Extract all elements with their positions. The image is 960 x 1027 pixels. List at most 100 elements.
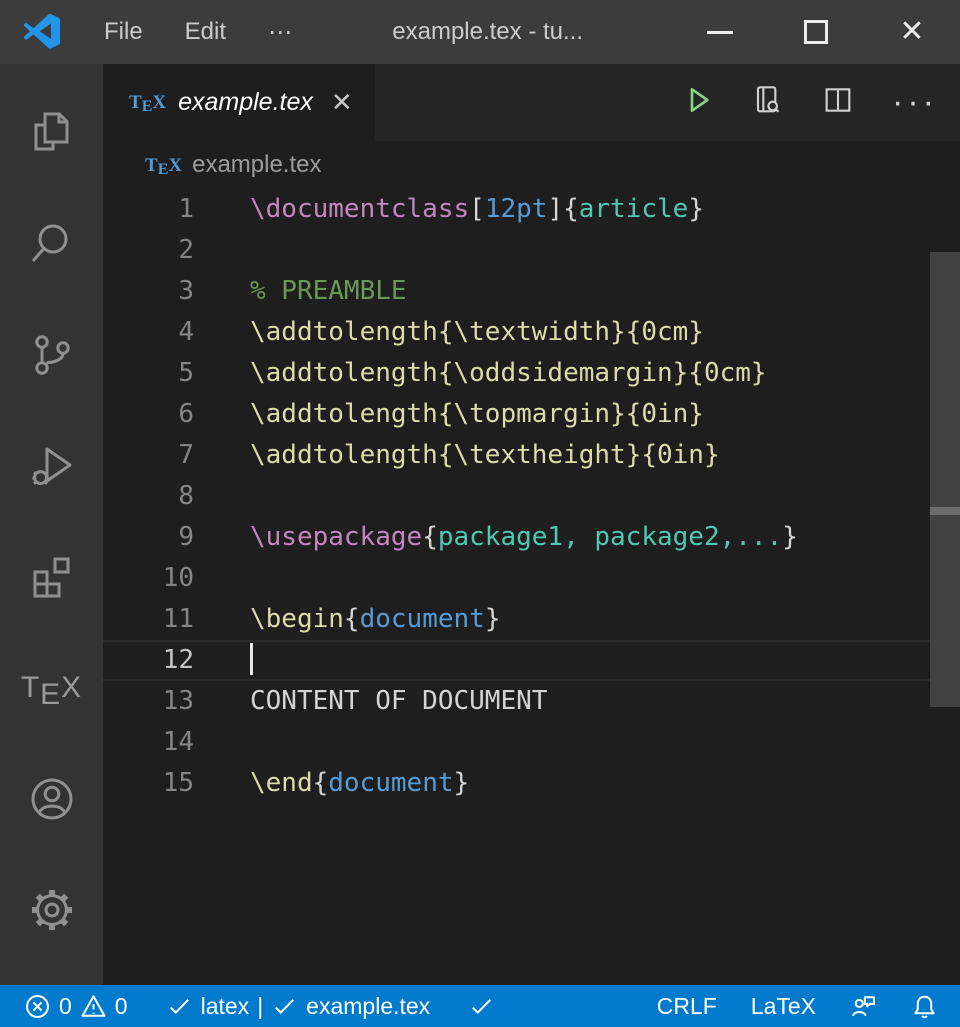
close-icon: ✕ (899, 17, 924, 47)
close-button[interactable]: ✕ (864, 0, 960, 64)
code-token: article (579, 194, 689, 224)
line-number: 1 (103, 189, 194, 230)
more-actions-button[interactable]: ··· (892, 96, 938, 110)
code-line[interactable]: 11\begin{document} (103, 599, 960, 640)
minimize-button[interactable] (672, 0, 768, 64)
line-content[interactable] (194, 722, 250, 763)
tab-bar: TEX example.tex ✕ (103, 64, 960, 141)
window-title: example.tex - tu... (392, 18, 583, 46)
files-icon (28, 109, 76, 157)
line-content[interactable] (194, 558, 250, 599)
code-line[interactable]: 4\addtolength{\textwidth}{0cm} (103, 312, 960, 353)
eol-selector[interactable]: CRLF (657, 993, 717, 1020)
menu-file[interactable]: File (90, 12, 157, 52)
warning-icon (80, 993, 107, 1020)
breadcrumb[interactable]: TEX example.tex (103, 141, 960, 189)
maximize-button[interactable] (768, 0, 864, 64)
code-line[interactable]: 3 % PREAMBLE (103, 271, 960, 312)
menu-overflow[interactable]: ⋯ (254, 12, 306, 53)
vertical-scrollbar[interactable] (930, 252, 960, 707)
vscode-logo-icon (24, 14, 60, 50)
code-line[interactable]: 13CONTENT OF DOCUMENT (103, 681, 960, 722)
sidebar-item-extensions[interactable] (0, 532, 103, 622)
line-number: 14 (103, 722, 194, 763)
scrollbar-marker (930, 507, 960, 515)
sidebar-item-explorer[interactable] (0, 88, 103, 178)
code-line[interactable]: 9\usepackage{package1, package2,...} (103, 517, 960, 558)
sidebar-item-run-debug[interactable] (0, 421, 103, 511)
code-line[interactable]: 1\documentclass[12pt]{article} (103, 189, 960, 230)
code-line[interactable]: 5\addtolength{\oddsidemargin}{0cm} (103, 353, 960, 394)
view-pdf-button[interactable] (752, 84, 784, 121)
settings-button[interactable] (0, 865, 103, 955)
code-token: ] (547, 194, 563, 224)
sidebar-item-latex-workshop[interactable]: TEX (0, 643, 103, 733)
line-content[interactable]: % PREAMBLE (194, 271, 407, 312)
window-controls: ✕ (672, 0, 960, 64)
menu-edit[interactable]: Edit (171, 12, 240, 52)
line-number: 3 (103, 271, 194, 312)
line-content[interactable]: \addtolength{\textheight}{0in} (194, 435, 720, 476)
problems-button[interactable]: 0 0 (24, 993, 128, 1020)
language-mode-selector[interactable]: LaTeX (751, 993, 816, 1020)
menu-bar: File Edit ⋯ (90, 12, 306, 53)
code-token: \addtolength{\textheight}{0in} (250, 440, 720, 470)
line-number: 8 (103, 476, 194, 517)
code-token: \addtolength{\textwidth}{0cm} (250, 317, 704, 347)
code-line[interactable]: 12 (103, 640, 960, 681)
feedback-icon (850, 993, 877, 1020)
line-content[interactable]: \addtolength{\oddsidemargin}{0cm} (194, 353, 767, 394)
code-token: } (782, 522, 798, 552)
account-icon (28, 775, 76, 823)
pdf-preview-icon (752, 84, 784, 116)
feedback-button[interactable] (850, 993, 877, 1020)
build-tool-label: latex (201, 993, 250, 1020)
split-editor-button[interactable] (822, 84, 854, 121)
tex-extension-icon: TEX (21, 671, 82, 705)
check-icon (271, 993, 298, 1020)
line-content[interactable] (194, 476, 250, 517)
code-line[interactable]: 2 (103, 230, 960, 271)
editor-actions: ··· (682, 64, 938, 141)
gear-icon (28, 886, 76, 934)
code-line[interactable]: 14 (103, 722, 960, 763)
tab-close-icon[interactable]: ✕ (331, 88, 353, 118)
code-token: CONTENT OF DOCUMENT (250, 686, 547, 716)
build-file-label: example.tex (306, 993, 430, 1020)
separator: | (257, 993, 263, 1020)
code-editor[interactable]: 1\documentclass[12pt]{article}23 % PREAMB… (103, 189, 960, 804)
line-content[interactable] (194, 230, 250, 271)
code-line[interactable]: 7 \addtolength{\textheight}{0in} (103, 435, 960, 476)
code-line[interactable]: 10 (103, 558, 960, 599)
title-bar: File Edit ⋯ example.tex - tu... ✕ (0, 0, 960, 64)
line-content[interactable]: \begin{document} (194, 599, 500, 640)
line-content[interactable]: \end{document} (194, 763, 469, 804)
lint-status[interactable] (468, 993, 495, 1020)
code-line[interactable]: 8 (103, 476, 960, 517)
code-token: % PREAMBLE (250, 276, 407, 306)
line-content[interactable] (194, 642, 253, 679)
code-line[interactable]: 6\addtolength{\topmargin}{0in} (103, 394, 960, 435)
notifications-button[interactable] (911, 993, 938, 1020)
code-token: [ (469, 194, 485, 224)
line-content[interactable]: \usepackage{package1, package2,...} (194, 517, 798, 558)
build-latex-button[interactable] (682, 84, 714, 121)
line-content[interactable]: \addtolength{\textwidth}{0cm} (194, 312, 704, 353)
check-icon (468, 993, 495, 1020)
line-number: 2 (103, 230, 194, 271)
error-icon (24, 993, 51, 1020)
tab-example-tex[interactable]: TEX example.tex ✕ (103, 64, 375, 141)
play-icon (682, 84, 714, 116)
sidebar-item-search[interactable] (0, 199, 103, 289)
line-number: 11 (103, 599, 194, 640)
line-number: 7 (103, 435, 194, 476)
sidebar-item-source-control[interactable] (0, 310, 103, 400)
latex-build-status[interactable]: latex | example.tex (166, 993, 431, 1020)
line-content[interactable]: CONTENT OF DOCUMENT (194, 681, 547, 722)
line-content[interactable]: \addtolength{\topmargin}{0in} (194, 394, 704, 435)
accounts-button[interactable] (0, 754, 103, 844)
line-content[interactable]: \documentclass[12pt]{article} (194, 189, 704, 230)
code-line[interactable]: 15\end{document} (103, 763, 960, 804)
code-token: \usepackage (250, 522, 422, 552)
code-token: } (454, 768, 470, 798)
